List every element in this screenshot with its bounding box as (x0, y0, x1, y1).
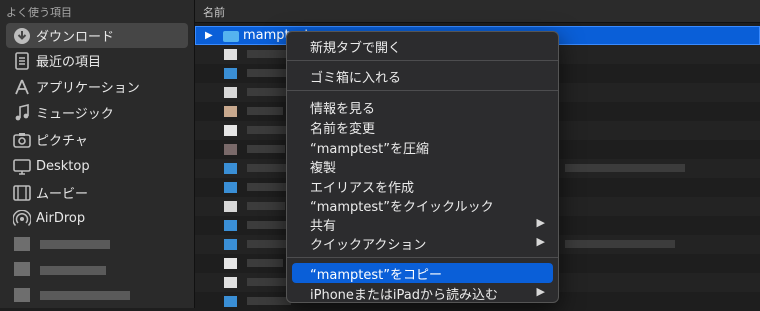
menu-item-label: “mamptest”をコピー (310, 268, 442, 283)
menu-item-label: “mamptest”をクイックルック (310, 200, 494, 215)
file-icon (224, 163, 237, 174)
redacted-name (247, 259, 283, 267)
submenu-arrow-icon: ▶ (536, 285, 545, 298)
menu-item-quick-actions[interactable]: クイックアクション ▶ (292, 233, 553, 253)
context-menu: 新規タブで開く ゴミ箱に入れる 情報を見る 名前を変更 “mamptest”を圧… (286, 31, 559, 303)
file-icon (224, 87, 237, 98)
redacted-name (247, 221, 289, 229)
file-icon (224, 106, 237, 117)
column-name[interactable]: 名前 (203, 4, 225, 20)
menu-item-label: ゴミ箱に入れる (310, 71, 402, 86)
menu-item-compress[interactable]: “mamptest”を圧縮 (292, 137, 553, 157)
download-icon (12, 26, 32, 46)
sidebar-item-airdrop[interactable]: AirDrop (0, 206, 194, 231)
file-icon (224, 277, 237, 288)
menu-item-import-from-iphone[interactable]: iPhoneまたはiPadから読み込む ▶ (292, 283, 553, 303)
menu-item-label: クイックアクション (310, 238, 427, 253)
redacted-name (247, 126, 289, 134)
redacted-name (247, 297, 291, 305)
submenu-arrow-icon: ▶ (536, 235, 545, 248)
sidebar-item-movies[interactable]: ムービー (0, 180, 194, 205)
redacted-name (247, 107, 283, 115)
folder-icon (223, 31, 239, 42)
sidebar-item-downloads[interactable]: ダウンロード (6, 23, 188, 48)
applications-icon (12, 77, 32, 97)
redacted-icon (14, 237, 30, 251)
file-icon (224, 182, 237, 193)
redacted-icon (14, 262, 30, 276)
menu-item-label: 新規タブで開く (310, 41, 402, 56)
menu-item-label: 情報を見る (310, 102, 376, 117)
menu-item-open-in-new-tab[interactable]: 新規タブで開く (292, 36, 553, 56)
menu-item-label: エイリアスを作成 (310, 181, 415, 196)
menu-item-share[interactable]: 共有 ▶ (292, 214, 553, 234)
sidebar-item-desktop[interactable]: Desktop (0, 154, 194, 179)
redacted-label (40, 240, 110, 249)
sidebar-item-label: ダウンロード (36, 30, 115, 45)
menu-item-move-to-trash[interactable]: ゴミ箱に入れる (292, 66, 553, 86)
redacted-meta (565, 240, 675, 248)
movies-icon (12, 183, 32, 203)
sidebar-item-pictures[interactable]: ピクチャ (0, 127, 194, 152)
sidebar-item-label: 最近の項目 (36, 55, 102, 70)
airdrop-icon (12, 209, 32, 229)
file-icon (224, 239, 237, 250)
redacted-icon (14, 288, 30, 302)
menu-item-copy[interactable]: “mamptest”をコピー (292, 263, 553, 283)
sidebar-item-label: AirDrop (36, 211, 86, 226)
pictures-icon (12, 130, 32, 150)
file-icon (224, 258, 237, 269)
redacted-name (247, 164, 287, 172)
redacted-name (247, 88, 291, 96)
menu-item-duplicate[interactable]: 複製 (292, 156, 553, 176)
redacted-name (247, 202, 285, 210)
sidebar-item-label: ピクチャ (36, 134, 88, 149)
disclosure-triangle-icon[interactable]: ▶ (205, 30, 213, 41)
file-icon (224, 296, 237, 307)
file-icon (224, 144, 237, 155)
sidebar-item-label: Desktop (36, 159, 90, 174)
sidebar-item-label: ムービー (36, 187, 89, 202)
redacted-name (247, 240, 287, 248)
menu-item-label: iPhoneまたはiPadから読み込む (310, 288, 498, 303)
sidebar: よく使う項目 ダウンロード 最近の項目 アプリケーション ミュージック ピクチャ (0, 0, 195, 308)
menu-separator (287, 90, 558, 91)
menu-item-get-info[interactable]: 情報を見る (292, 97, 553, 117)
desktop-icon (12, 157, 32, 177)
sidebar-item-label: ミュージック (36, 107, 114, 122)
file-icon (224, 49, 237, 60)
sidebar-item-music[interactable]: ミュージック (0, 100, 194, 125)
redacted-name (247, 183, 291, 191)
music-icon (12, 103, 32, 123)
menu-item-label: 共有 (310, 219, 337, 234)
submenu-arrow-icon: ▶ (536, 216, 545, 229)
menu-item-quick-look[interactable]: “mamptest”をクイックルック (292, 195, 553, 215)
redacted-name (247, 145, 285, 153)
file-icon (224, 125, 237, 136)
file-icon (224, 68, 237, 79)
menu-separator (287, 257, 558, 258)
menu-item-label: 複製 (310, 161, 337, 176)
menu-item-make-alias[interactable]: エイリアスを作成 (292, 176, 553, 196)
redacted-meta (565, 164, 685, 172)
column-header: 名前 (195, 0, 760, 23)
sidebar-item-recents[interactable]: 最近の項目 (0, 48, 194, 73)
redacted-label (40, 266, 106, 275)
file-icon (224, 201, 237, 212)
file-icon (224, 220, 237, 231)
sidebar-section-header: よく使う項目 (6, 6, 72, 19)
menu-item-label: 名前を変更 (310, 122, 376, 137)
recents-icon (12, 51, 32, 71)
menu-item-label: “mamptest”を圧縮 (310, 142, 429, 157)
redacted-name (247, 69, 287, 77)
sidebar-item-applications[interactable]: アプリケーション (0, 74, 194, 99)
redacted-name (247, 278, 287, 286)
redacted-label (40, 291, 130, 300)
menu-separator (287, 60, 558, 61)
menu-item-rename[interactable]: 名前を変更 (292, 117, 553, 137)
sidebar-item-label: アプリケーション (36, 81, 140, 96)
